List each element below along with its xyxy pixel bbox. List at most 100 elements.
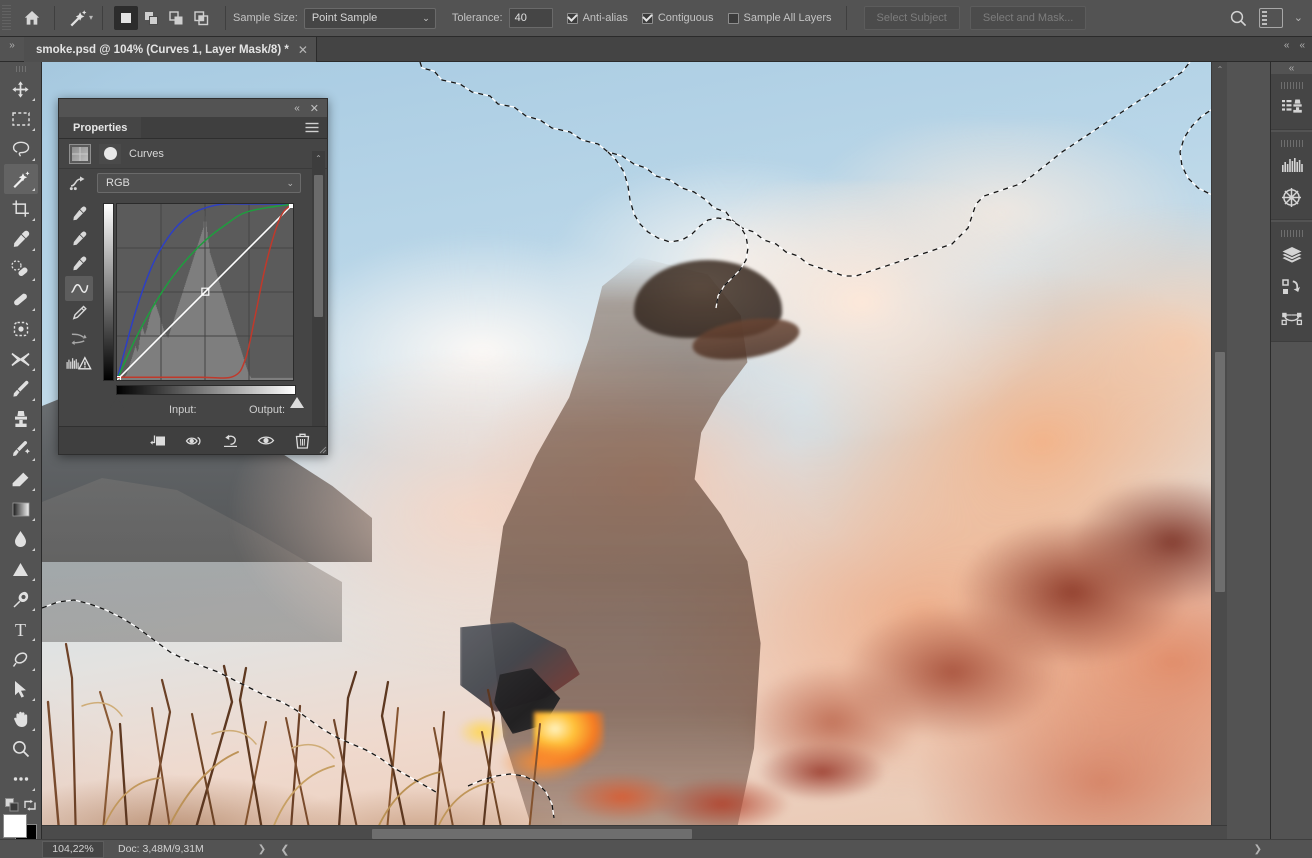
properties-collapse-icon[interactable]: « (294, 103, 300, 114)
toolbar-grip[interactable] (15, 66, 26, 72)
anti-alias-checkbox[interactable]: Anti-alias (566, 12, 628, 24)
hand-tool[interactable] (4, 704, 38, 734)
properties-menu-button[interactable] (305, 117, 327, 138)
tabbar-collapse-left-button[interactable]: » (0, 37, 24, 61)
active-tool-preset[interactable]: ▾ (62, 5, 95, 31)
tolerance-input[interactable]: 40 (508, 8, 553, 28)
actions-panel-icon[interactable] (1275, 271, 1309, 303)
gradient-tool[interactable] (4, 494, 38, 524)
sample-size-label: Sample Size: (233, 12, 298, 24)
zoom-tool[interactable] (4, 734, 38, 764)
contiguous-checkbox[interactable]: Contiguous (641, 12, 714, 24)
histogram-panel-icon[interactable] (1275, 149, 1309, 181)
scroll-up-icon[interactable]: ⌃ (1212, 62, 1227, 76)
toggle-layer-visibility-button[interactable] (257, 432, 275, 450)
patch-tool[interactable] (4, 314, 38, 344)
curves-preset-icon[interactable] (67, 173, 89, 193)
dock-group-grip[interactable] (1280, 82, 1303, 89)
clone-stamp-tool[interactable] (4, 404, 38, 434)
delete-adjustment-layer-button[interactable] (293, 432, 311, 450)
home-button[interactable] (17, 3, 47, 33)
new-selection-button[interactable] (114, 6, 139, 30)
dock-collapse-button[interactable]: « (1271, 62, 1312, 74)
properties-scroll-thumb[interactable] (314, 175, 323, 317)
options-bar-grip[interactable] (2, 5, 11, 31)
tolerance-value: 40 (514, 12, 527, 24)
dodge-tool[interactable] (4, 554, 38, 584)
curve-control-point[interactable] (290, 204, 293, 207)
eraser-tool[interactable] (4, 464, 38, 494)
zoom-level-field[interactable]: 104,22% (42, 840, 104, 858)
vertical-scroll-thumb[interactable] (1215, 352, 1225, 592)
swap-colors-button[interactable] (23, 798, 37, 815)
layer-mask-icon[interactable] (99, 143, 121, 164)
tool-preset-caret-icon[interactable]: ▾ (89, 14, 93, 22)
channel-select[interactable]: RGB ⌄ (97, 173, 301, 193)
workspace-switcher-icon[interactable] (1258, 8, 1283, 28)
eyedropper-tool[interactable] (4, 224, 38, 254)
curves-adjustment-icon[interactable] (69, 143, 91, 164)
rectangular-marquee-tool[interactable] (4, 104, 38, 134)
canvas-vertical-scrollbar[interactable]: ⌃ ⌄ (1211, 62, 1227, 841)
content-aware-move-tool[interactable] (4, 344, 38, 374)
chevron-up-icon[interactable]: ⌃ (312, 151, 325, 165)
tab-properties[interactable]: Properties (59, 117, 142, 138)
sample-all-layers-checkbox[interactable]: Sample All Layers (727, 12, 832, 24)
edit-toolbar-button[interactable] (4, 764, 38, 794)
properties-panel[interactable]: « ✕ Properties Curves RGB ⌄ Input: Outpu… (58, 98, 328, 455)
sample-size-select[interactable]: Point Sample ⌄ (303, 7, 436, 29)
direct-selection-tool[interactable] (4, 674, 38, 704)
close-icon[interactable]: ✕ (298, 43, 308, 57)
spot-healing-brush-tool[interactable] (4, 254, 38, 284)
healing-brush-tool[interactable] (4, 284, 38, 314)
curve-point-tool[interactable] (65, 276, 93, 301)
dock-collapse-icon-2[interactable]: « (1299, 40, 1305, 51)
status-prev-icon[interactable]: ❮ (280, 843, 289, 856)
blur-tool[interactable] (4, 524, 38, 554)
curves-graph[interactable] (116, 203, 294, 381)
pen-tool[interactable] (4, 584, 38, 614)
library-panel-icon[interactable] (1275, 91, 1309, 123)
path-selection-tool[interactable] (4, 644, 38, 674)
clip-to-layer-button[interactable] (149, 432, 167, 450)
triangle-icon (13, 562, 28, 576)
layers-panel-icon[interactable] (1275, 239, 1309, 271)
document-tab-smoke-psd[interactable]: smoke.psd @ 104% (Curves 1, Layer Mask/8… (24, 37, 317, 62)
dock-group-grip[interactable] (1280, 140, 1303, 147)
clipping-warning[interactable] (65, 351, 93, 376)
dashed-rectangle-icon (11, 112, 30, 126)
navigator-panel-icon[interactable] (1275, 181, 1309, 213)
intersect-selection-button[interactable] (189, 6, 213, 30)
foreground-color-swatch[interactable] (3, 814, 27, 838)
status-next-icon[interactable]: ❯ (1254, 844, 1312, 855)
search-icon[interactable] (1229, 9, 1248, 28)
properties-titlebar[interactable]: « ✕ (59, 99, 327, 117)
select-and-mask-button[interactable]: Select and Mask... (969, 6, 1087, 30)
set-black-point-eyedropper[interactable] (65, 201, 93, 226)
properties-scrollbar[interactable]: ⌃ ⌄ (312, 151, 325, 445)
toggle-previous-state-button[interactable] (185, 432, 203, 450)
add-to-selection-button[interactable] (139, 6, 163, 30)
brush-tool[interactable] (4, 374, 38, 404)
smooth-curve-button[interactable] (65, 326, 93, 351)
status-expand-icon[interactable]: ❯ (258, 844, 266, 855)
dock-collapse-icon-1[interactable]: « (1284, 40, 1290, 51)
dock-group-grip[interactable] (1280, 230, 1303, 237)
workspace-caret-icon[interactable]: ⌄ (1294, 12, 1303, 24)
set-white-point-eyedropper[interactable] (65, 251, 93, 276)
type-tool[interactable]: T (4, 614, 38, 644)
lasso-tool[interactable] (4, 134, 38, 164)
crop-tool[interactable] (4, 194, 38, 224)
set-gray-point-eyedropper[interactable] (65, 226, 93, 251)
properties-close-icon[interactable]: ✕ (310, 102, 319, 115)
reset-adjustment-button[interactable] (221, 432, 239, 450)
properties-resize-handle[interactable] (317, 444, 327, 454)
select-subject-button[interactable]: Select Subject (863, 6, 960, 30)
move-tool[interactable] (4, 74, 38, 104)
horizontal-scroll-thumb[interactable] (372, 829, 692, 839)
pencil-draw-curve-tool[interactable] (65, 301, 93, 326)
subtract-from-selection-button[interactable] (164, 6, 188, 30)
magic-wand-tool[interactable] (3, 164, 38, 194)
paths-panel-icon[interactable] (1275, 303, 1309, 335)
history-brush-tool[interactable] (4, 434, 38, 464)
